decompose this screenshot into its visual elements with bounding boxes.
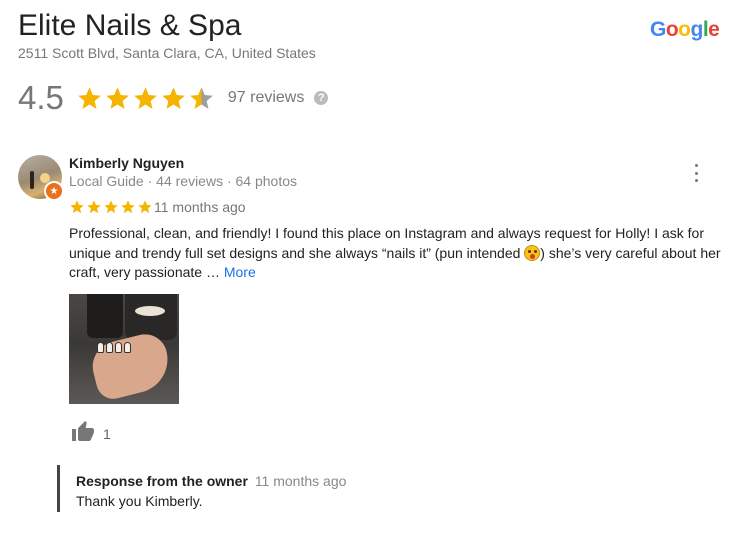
photo-nails bbox=[97, 340, 137, 354]
owner-response-time: 11 months ago bbox=[254, 473, 347, 489]
google-logo-letter: e bbox=[708, 18, 720, 41]
reviews-count-link[interactable]: 97 reviews bbox=[228, 89, 304, 107]
reviewer-name[interactable]: Kimberly Nguyen bbox=[69, 155, 184, 171]
google-logo-letter: G bbox=[650, 18, 666, 41]
rating-number: 4.5 bbox=[18, 79, 64, 116]
face-with-tongue-emoji bbox=[524, 244, 541, 261]
owner-response-title: Response from the owner 11 months ago bbox=[76, 472, 346, 490]
owner-response-text: Thank you Kimberly. bbox=[76, 493, 203, 509]
thumbs-up-icon[interactable] bbox=[69, 420, 97, 444]
photo-candle-dark bbox=[87, 294, 123, 338]
review-star-icon bbox=[87, 200, 101, 214]
owner-response: Response from the owner 11 months ago Th… bbox=[57, 465, 346, 512]
review-text: Professional, clean, and friendly! I fou… bbox=[69, 224, 724, 283]
local-guide-star-icon: ★ bbox=[44, 181, 64, 201]
review-star-icon bbox=[121, 200, 135, 214]
rating-star-icon bbox=[134, 86, 157, 109]
google-logo-letter: o bbox=[678, 18, 691, 41]
rating-star-icon bbox=[78, 86, 101, 109]
help-icon[interactable]: ? bbox=[314, 91, 329, 105]
rating-star-icon bbox=[106, 86, 129, 109]
review-star-icon bbox=[138, 200, 152, 214]
rating-star-icon bbox=[162, 86, 185, 109]
rating-stars bbox=[76, 85, 215, 112]
google-logo-letter: g bbox=[690, 18, 704, 41]
review-date: 11 months ago bbox=[154, 199, 246, 215]
review-star-icon bbox=[70, 200, 84, 214]
rating-row: 4.5 97 reviews ? bbox=[18, 79, 329, 116]
review-photo[interactable] bbox=[69, 294, 179, 404]
more-link[interactable]: More bbox=[224, 264, 256, 280]
photo-candle bbox=[125, 294, 177, 340]
avatar-figure bbox=[30, 171, 34, 189]
business-address: 2511 Scott Blvd, Santa Clara, CA, United… bbox=[18, 45, 316, 61]
review-star-icon bbox=[104, 200, 118, 214]
reviewer-meta: Local Guide · 44 reviews · 64 photos bbox=[69, 173, 298, 189]
business-name: Elite Nails & Spa bbox=[18, 9, 242, 42]
like-count: 1 bbox=[103, 426, 111, 442]
owner-response-label: Response from the owner bbox=[76, 473, 248, 489]
menu-dot bbox=[694, 179, 698, 182]
rating-star-icon bbox=[190, 86, 213, 109]
google-logo-letter: o bbox=[665, 18, 679, 41]
menu-dot bbox=[694, 171, 698, 175]
more-vert-icon[interactable] bbox=[690, 164, 702, 182]
menu-dot bbox=[694, 164, 698, 167]
review-stars bbox=[69, 199, 153, 215]
google-logo: Google bbox=[650, 18, 720, 42]
